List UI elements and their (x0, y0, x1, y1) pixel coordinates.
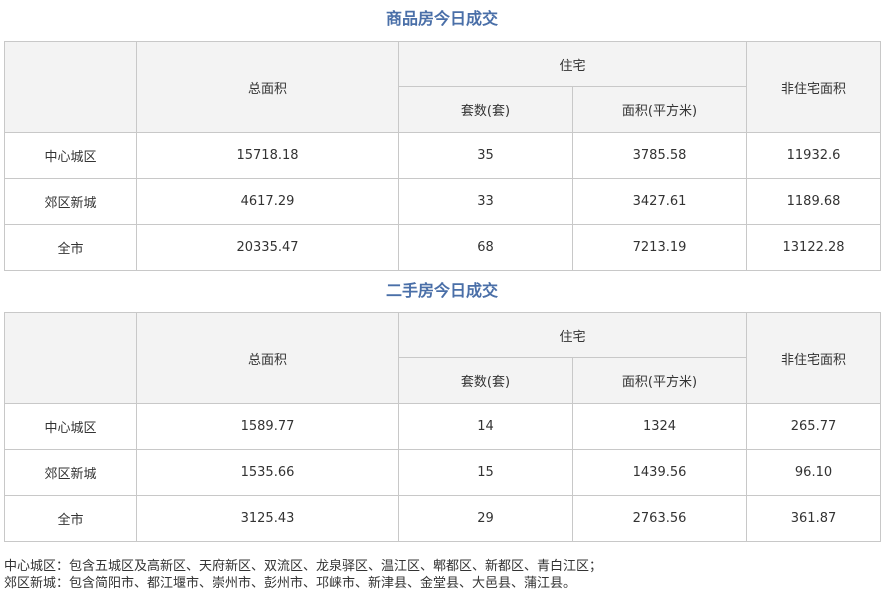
table-row: 全市 3125.43 29 2763.56 361.87 (4, 495, 882, 542)
header-non-residential: 非住宅面积 (746, 41, 882, 133)
area-cell: 1439.56 (571, 449, 748, 496)
units-cell: 35 (398, 132, 573, 179)
region-cell: 中心城区 (4, 132, 137, 179)
header-total-area: 总面积 (136, 312, 399, 404)
table-row: 全市 20335.47 68 7213.19 13122.28 (4, 224, 882, 271)
units-cell: 14 (398, 403, 573, 450)
area-cell: 3427.61 (571, 178, 748, 225)
table-row: 中心城区 1589.77 14 1324 265.77 (4, 403, 882, 450)
new-housing-table: 总面积 住宅 非住宅面积 套数(套) 面积(平方米) 中心城区 15718.18… (4, 41, 882, 271)
table-row: 郊区新城 4617.29 33 3427.61 1189.68 (4, 178, 882, 225)
footnote-suburban-district: 郊区新城：包含简阳市、都江堰市、崇州市、彭州市、邛崃市、新津县、金堂县、大邑县、… (4, 576, 577, 591)
region-cell: 全市 (4, 224, 137, 271)
table-row: 郊区新城 1535.66 15 1439.56 96.10 (4, 449, 882, 496)
non-residential-cell: 96.10 (746, 449, 882, 496)
table-1-title: 商品房今日成交 (385, 9, 498, 28)
region-cell: 郊区新城 (4, 449, 137, 496)
corner-cell (4, 312, 137, 404)
header-area: 面积(平方米) (571, 357, 748, 404)
corner-cell (4, 41, 137, 133)
header-total-area: 总面积 (136, 41, 399, 133)
region-cell: 郊区新城 (4, 178, 137, 225)
area-cell: 3785.58 (571, 132, 748, 179)
table-2-title: 二手房今日成交 (385, 281, 498, 300)
table-row: 中心城区 15718.18 35 3785.58 11932.6 (4, 132, 882, 179)
region-cell: 中心城区 (4, 403, 137, 450)
units-cell: 33 (398, 178, 573, 225)
total-area-cell: 1535.66 (136, 449, 399, 496)
footnote-central-district: 中心城区：包含五城区及高新区、天府新区、双流区、龙泉驿区、温江区、郫都区、新都区… (4, 559, 603, 574)
non-residential-cell: 13122.28 (746, 224, 882, 271)
header-residential: 住宅 (397, 312, 748, 358)
area-cell: 7213.19 (571, 224, 748, 271)
non-residential-cell: 11932.6 (746, 132, 882, 179)
header-units: 套数(套) (398, 86, 573, 133)
header-units: 套数(套) (398, 357, 573, 404)
area-cell: 1324 (571, 403, 748, 450)
header-non-residential: 非住宅面积 (746, 312, 882, 404)
units-cell: 68 (398, 224, 573, 271)
total-area-cell: 1589.77 (136, 403, 399, 450)
header-area: 面积(平方米) (571, 86, 748, 133)
units-cell: 29 (398, 495, 573, 542)
region-cell: 全市 (4, 495, 137, 542)
area-cell: 2763.56 (571, 495, 748, 542)
non-residential-cell: 265.77 (746, 403, 882, 450)
total-area-cell: 20335.47 (136, 224, 399, 271)
non-residential-cell: 1189.68 (746, 178, 882, 225)
header-residential: 住宅 (397, 41, 748, 87)
total-area-cell: 4617.29 (136, 178, 399, 225)
non-residential-cell: 361.87 (746, 495, 882, 542)
total-area-cell: 15718.18 (136, 132, 399, 179)
total-area-cell: 3125.43 (136, 495, 399, 542)
second-hand-housing-table: 总面积 住宅 非住宅面积 套数(套) 面积(平方米) 中心城区 1589.77 … (4, 312, 882, 542)
units-cell: 15 (398, 449, 573, 496)
